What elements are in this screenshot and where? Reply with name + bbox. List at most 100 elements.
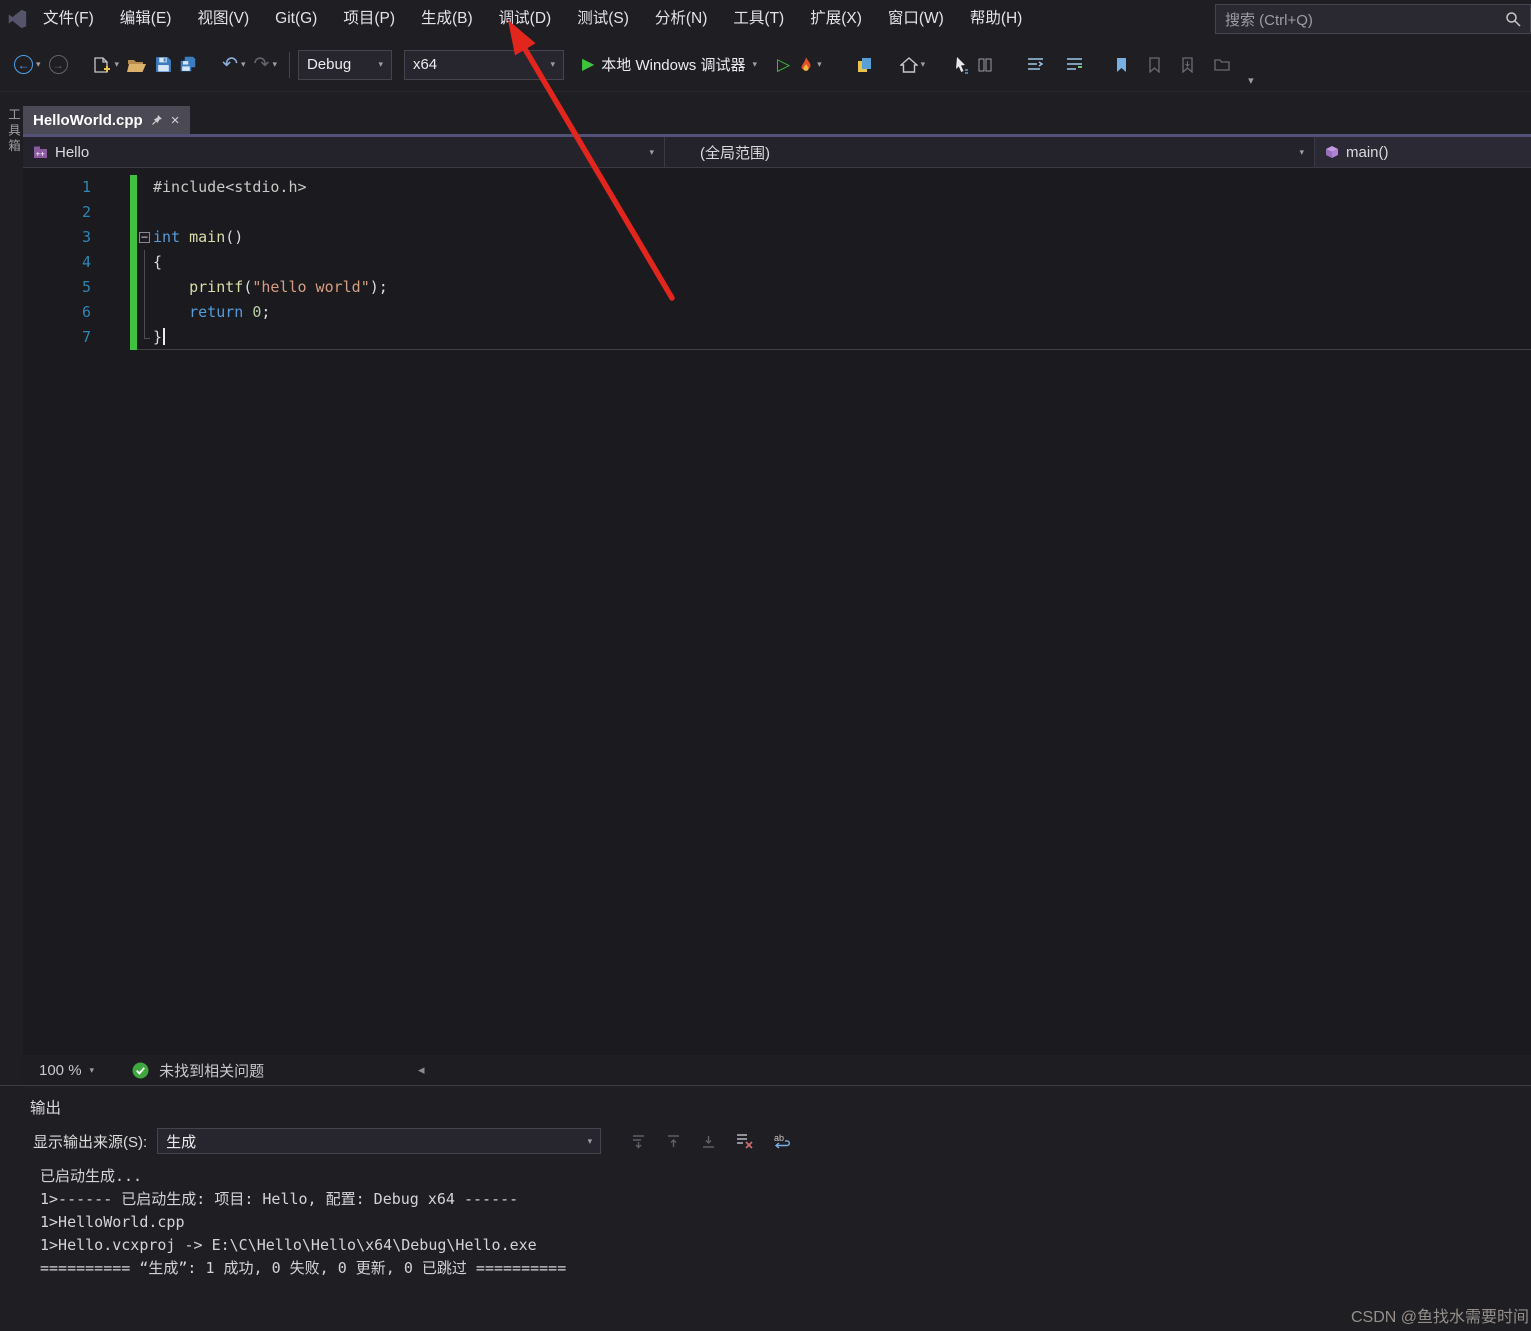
- start-without-debugging-button[interactable]: ▷: [773, 48, 794, 82]
- output-source-value: 生成: [166, 1133, 197, 1151]
- home-icon: [899, 56, 918, 73]
- tab-helloworld[interactable]: HelloWorld.cpp ×: [23, 106, 190, 134]
- search-icon[interactable]: [1505, 11, 1521, 27]
- output-source-select[interactable]: 生成 ▾: [157, 1128, 602, 1154]
- close-icon[interactable]: ×: [171, 113, 180, 128]
- output-lines[interactable]: 已启动生成... 1>------ 已启动生成: 项目: Hello, 配置: D…: [40, 1165, 1531, 1280]
- menu-item-项目P[interactable]: 项目(P): [330, 0, 408, 38]
- chevron-down-icon[interactable]: ▾: [115, 59, 120, 70]
- navigate-forward-button[interactable]: →: [45, 48, 72, 82]
- menu-item-调试D[interactable]: 调试(D): [486, 0, 565, 38]
- configuration-select[interactable]: Debug ▾: [297, 49, 392, 80]
- code-line-3[interactable]: − int main(): [137, 225, 1531, 250]
- menu-item-窗口W[interactable]: 窗口(W): [875, 0, 957, 38]
- chevron-down-icon[interactable]: ▾: [36, 59, 41, 70]
- fold-margin: [137, 200, 153, 225]
- chevron-down-icon[interactable]: ▾: [921, 59, 926, 70]
- menu-item-测试S[interactable]: 测试(S): [564, 0, 642, 38]
- member-dropdown[interactable]: main(): [1315, 137, 1531, 167]
- fold-margin: [137, 275, 153, 300]
- goto-message-icon[interactable]: [631, 1134, 646, 1149]
- pin-icon[interactable]: [151, 114, 163, 126]
- line-number: 3: [81, 228, 91, 246]
- save-button[interactable]: [151, 48, 176, 82]
- previous-message-icon[interactable]: [666, 1134, 681, 1149]
- code-line-5[interactable]: printf("hello world");: [137, 275, 1531, 300]
- menu-item-文件F[interactable]: 文件(F): [30, 0, 107, 38]
- menu-item-GitG[interactable]: Git(G): [262, 0, 330, 38]
- vs-logo-icon: [4, 8, 30, 30]
- search-box[interactable]: 搜索 (Ctrl+Q): [1215, 4, 1531, 34]
- chevron-down-icon[interactable]: ▾: [241, 59, 246, 70]
- redo-icon: ↷: [253, 54, 270, 75]
- collapse-icon[interactable]: −: [139, 231, 150, 243]
- change-tracking-bar: [130, 175, 137, 350]
- pointer-button[interactable]: [949, 48, 973, 82]
- undo-icon: ↶: [222, 54, 238, 75]
- platform-select[interactable]: x64 ▾: [403, 49, 564, 80]
- save-all-button[interactable]: [176, 48, 204, 82]
- platform-value: x64: [412, 56, 438, 73]
- comment-lines-button[interactable]: [1062, 48, 1087, 82]
- indent-lines-button[interactable]: [1023, 48, 1048, 82]
- browser-link-button[interactable]: ▾: [896, 48, 930, 82]
- output-line: 1>HelloWorld.cpp: [40, 1213, 185, 1231]
- toolbar-overflow-button[interactable]: ▾: [1248, 74, 1254, 87]
- new-file-button[interactable]: ▾: [88, 48, 124, 82]
- menu-item-编辑E[interactable]: 编辑(E): [107, 0, 185, 38]
- cpp-project-icon: ++: [34, 146, 47, 158]
- code-line-2[interactable]: [137, 200, 1531, 225]
- documents-button[interactable]: [852, 48, 878, 82]
- code-line-1[interactable]: #include<stdio.h>: [137, 175, 1531, 200]
- side-strip: 工具箱: [0, 92, 23, 1085]
- next-bookmark-icon: [1182, 56, 1193, 73]
- menu-item-扩展X[interactable]: 扩展(X): [797, 0, 875, 38]
- menu-item-工具T[interactable]: 工具(T): [720, 0, 797, 38]
- next-bookmark-button[interactable]: [1177, 48, 1198, 82]
- bookmark-folder-button[interactable]: [1210, 48, 1234, 82]
- watermark: CSDN @鱼找水需要时间: [1350, 1309, 1529, 1326]
- chevron-down-icon: ▾: [378, 59, 383, 69]
- menu-item-分析N[interactable]: 分析(N): [642, 0, 721, 38]
- redo-button[interactable]: ↷ ▾: [250, 48, 281, 82]
- open-folder-button[interactable]: [123, 48, 151, 82]
- code-editor[interactable]: 1 2 3 4 5 6 7 #include<stdio.h> − int main() { pr…: [23, 168, 1531, 1055]
- navigate-back-button[interactable]: ← ▾: [10, 48, 45, 82]
- play-outline-icon: ▷: [777, 55, 791, 74]
- chevron-down-icon[interactable]: ▾: [817, 59, 822, 70]
- code-line-6[interactable]: return 0;: [137, 300, 1531, 325]
- open-folder-icon: [127, 59, 147, 72]
- back-icon: ←: [14, 55, 33, 74]
- undo-button[interactable]: ↶ ▾: [218, 48, 249, 82]
- method-cube-icon: [1326, 146, 1338, 158]
- project-dropdown[interactable]: ++ Hello ▾: [23, 137, 665, 167]
- tab-bar: HelloWorld.cpp ×: [23, 92, 1531, 137]
- scope-dropdown[interactable]: (全局范围) ▾: [665, 137, 1315, 167]
- tab-title: HelloWorld.cpp: [33, 111, 143, 129]
- menu-items: 文件(F) 编辑(E) 视图(V) Git(G) 项目(P) 生成(B) 调试(D) 测试(S…: [30, 0, 1035, 38]
- chevron-down-icon[interactable]: ▾: [272, 59, 277, 70]
- split-columns-button[interactable]: [973, 48, 997, 82]
- zoom-select[interactable]: 100 % ▾: [39, 1062, 94, 1079]
- code-line-7[interactable]: }: [137, 325, 1531, 350]
- debugger-target-label: 本地 Windows 调试器: [601, 57, 746, 74]
- previous-bookmark-button[interactable]: [1144, 48, 1165, 82]
- code-text: return 0;: [189, 303, 271, 321]
- code-line-4[interactable]: {: [137, 250, 1531, 275]
- toolbox-vertical-tab[interactable]: 工具箱: [4, 108, 23, 155]
- menu-item-帮助H[interactable]: 帮助(H): [957, 0, 1036, 38]
- hot-reload-button[interactable]: ▾: [794, 48, 826, 82]
- word-wrap-icon[interactable]: ab: [773, 1133, 792, 1149]
- bookmark-button[interactable]: [1111, 48, 1132, 82]
- code-text: {: [153, 253, 163, 271]
- menu-item-视图V[interactable]: 视图(V): [184, 0, 262, 38]
- menu-item-生成B[interactable]: 生成(B): [408, 0, 486, 38]
- save-all-icon: [180, 56, 196, 71]
- line-number: 5: [81, 278, 91, 296]
- next-message-icon[interactable]: [701, 1134, 716, 1149]
- chevron-down-icon[interactable]: ▾: [752, 59, 757, 70]
- hscroll-left-arrow[interactable]: ◂: [418, 1062, 425, 1078]
- start-debugging-button[interactable]: ▶ 本地 Windows 调试器 ▾: [578, 48, 761, 82]
- health-check-icon[interactable]: [132, 1062, 149, 1079]
- clear-all-icon[interactable]: [736, 1133, 753, 1149]
